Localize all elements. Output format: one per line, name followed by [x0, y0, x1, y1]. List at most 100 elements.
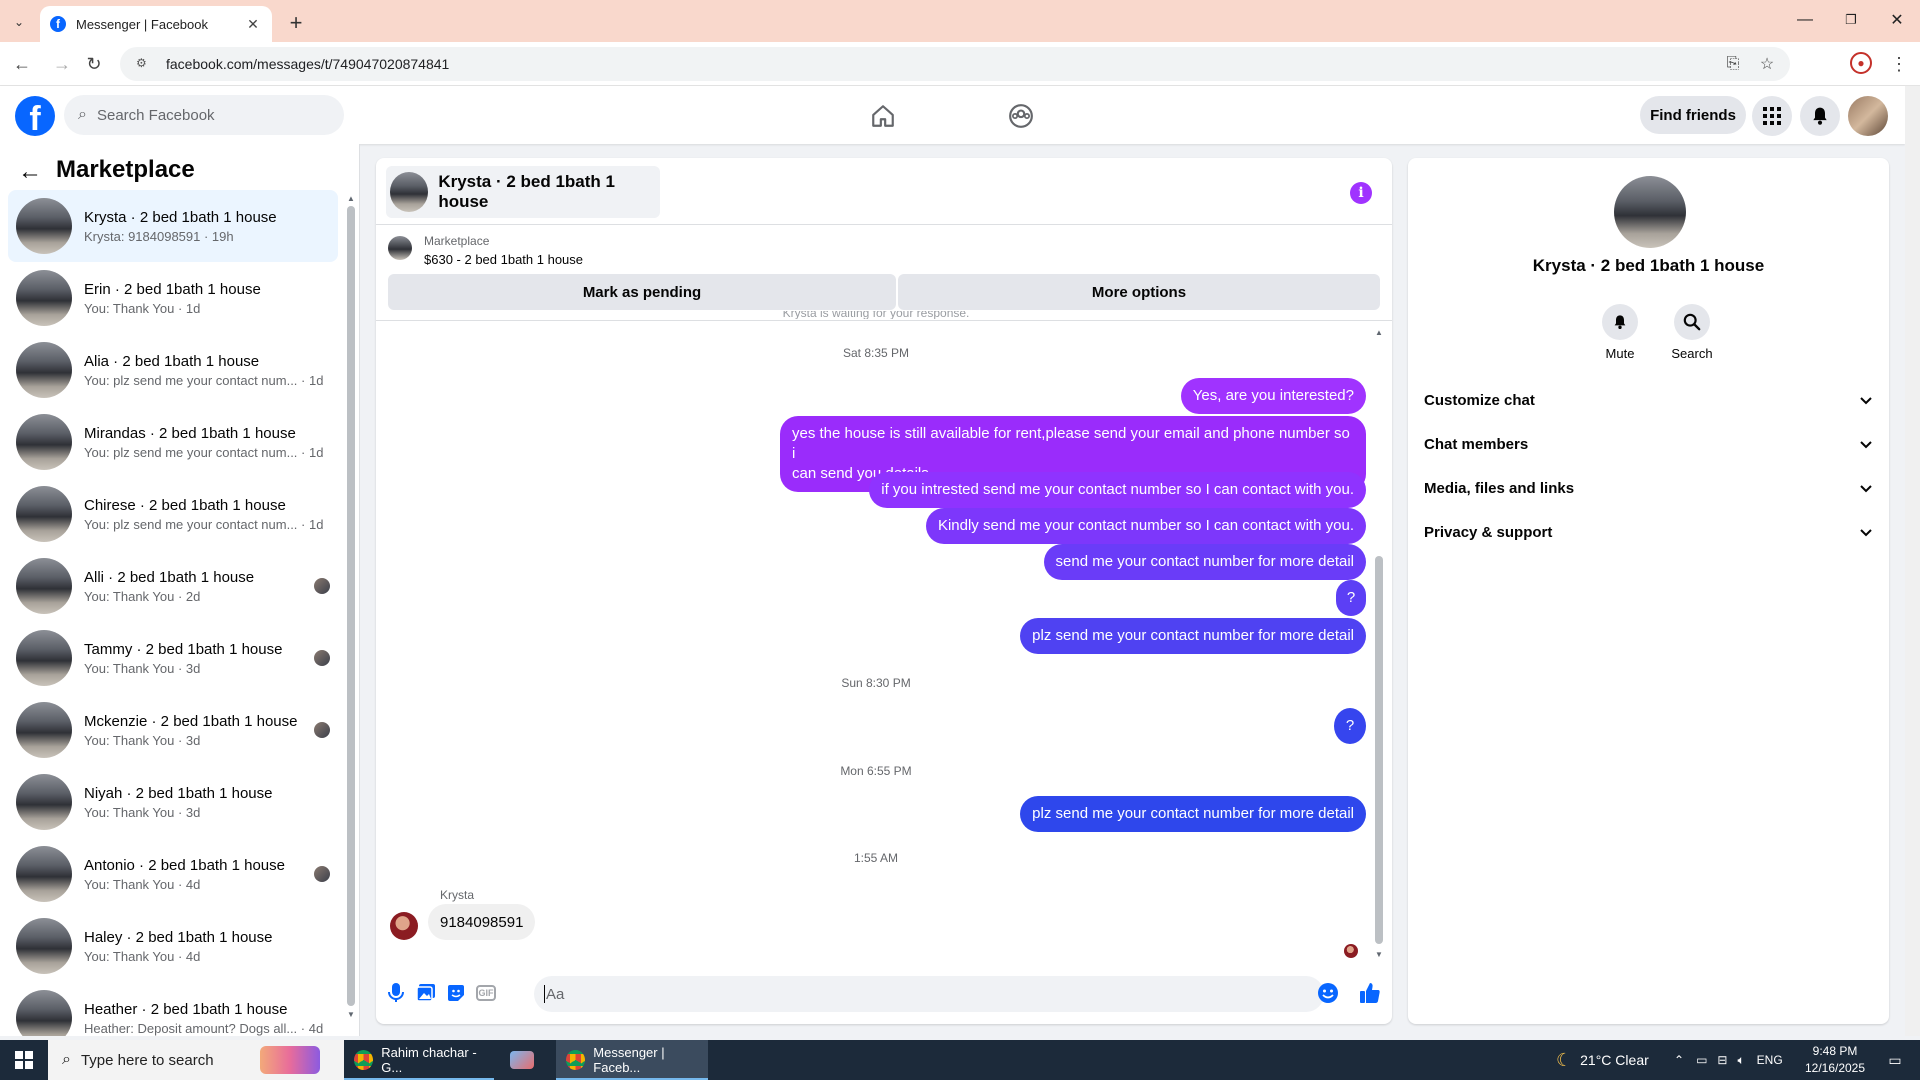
seen-avatar: [314, 578, 330, 594]
menu-grid-icon[interactable]: [1752, 96, 1792, 136]
conversation-item[interactable]: Niyah · 2 bed 1bath 1 house You: Thank Yo…: [8, 766, 338, 838]
conversation-item[interactable]: Mckenzie · 2 bed 1bath 1 house You: Thank…: [8, 694, 338, 766]
microphone-icon[interactable]: [384, 981, 408, 1005]
bell-icon[interactable]: [1602, 304, 1638, 340]
emoji-icon[interactable]: [1316, 981, 1340, 1005]
page-scrollbar[interactable]: [1905, 86, 1920, 1036]
chat-scrollbar[interactable]: ▲ ▼: [1374, 328, 1384, 960]
notification-center-icon[interactable]: ▭: [1882, 1040, 1908, 1080]
search-action[interactable]: Search: [1662, 304, 1722, 361]
outgoing-message[interactable]: plz send me your contact number for more…: [1020, 796, 1366, 832]
install-app-icon[interactable]: ⎘: [1718, 47, 1748, 81]
forward-arrow-icon[interactable]: →: [48, 50, 76, 78]
privacy-support-section[interactable]: Privacy & support: [1424, 512, 1872, 552]
new-tab-button[interactable]: +: [282, 9, 310, 37]
outgoing-message[interactable]: ?: [1334, 708, 1366, 744]
conversation-text: Antonio · 2 bed 1bath 1 house You: Thank …: [84, 857, 308, 892]
mark-as-pending-button[interactable]: Mark as pending: [388, 274, 896, 310]
conversation-item[interactable]: Alli · 2 bed 1bath 1 house You: Thank You…: [8, 550, 338, 622]
notifications-bell-icon[interactable]: [1800, 96, 1840, 136]
groups-icon[interactable]: [1001, 96, 1041, 136]
chat-header[interactable]: Krysta · 2 bed 1bath 1 house: [386, 166, 660, 218]
info-icon[interactable]: i: [1350, 182, 1372, 204]
sticker-icon[interactable]: [444, 981, 468, 1005]
conversation-item[interactable]: Chirese · 2 bed 1bath 1 house You: plz se…: [8, 478, 338, 550]
restore-button[interactable]: ❐: [1828, 0, 1874, 40]
thumbs-up-icon[interactable]: [1358, 981, 1382, 1005]
close-window-button[interactable]: ✕: [1874, 0, 1920, 40]
contact-avatar[interactable]: [1614, 176, 1686, 248]
message-input[interactable]: Aa: [534, 976, 1324, 1012]
windows-start-icon[interactable]: [0, 1040, 48, 1080]
outgoing-message[interactable]: plz send me your contact number for more…: [1020, 618, 1366, 654]
sidebar-scrollbar[interactable]: ▲ ▼: [347, 194, 355, 1019]
scroll-up-icon[interactable]: ▲: [1375, 328, 1383, 337]
customize-chat-section[interactable]: Customize chat: [1424, 380, 1872, 420]
facebook-search-input[interactable]: ⌕ Search Facebook: [64, 95, 344, 135]
scroll-thumb[interactable]: [347, 206, 355, 1006]
find-friends-button[interactable]: Find friends: [1640, 96, 1746, 134]
network-icon[interactable]: ⊟: [1717, 1053, 1727, 1067]
taskbar-chrome-app[interactable]: Rahim chachar - G...: [344, 1040, 494, 1080]
conversation-item[interactable]: Heather · 2 bed 1bath 1 house Heather: De…: [8, 982, 338, 1036]
more-options-button[interactable]: More options: [898, 274, 1380, 310]
facebook-header: f ⌕ Search Facebook Find friends: [0, 86, 1905, 144]
incoming-message[interactable]: 9184098591: [428, 904, 536, 940]
bookmark-star-icon[interactable]: ☆: [1752, 47, 1782, 81]
taskbar-messenger-app[interactable]: Messenger | Faceb...: [556, 1040, 708, 1080]
conversation-snippet: You: plz send me your contact num... · 1…: [84, 516, 324, 532]
back-arrow-icon[interactable]: ←: [18, 158, 42, 186]
conversation-item[interactable]: Haley · 2 bed 1bath 1 house You: Thank Yo…: [8, 910, 338, 982]
home-icon[interactable]: [863, 96, 903, 136]
photo-icon[interactable]: [414, 981, 438, 1005]
conversation-item[interactable]: Erin · 2 bed 1bath 1 house You: Thank You…: [8, 262, 338, 334]
scroll-thumb[interactable]: [1375, 556, 1383, 944]
account-avatar[interactable]: [1848, 96, 1888, 136]
back-arrow-icon[interactable]: ←: [8, 50, 36, 78]
outgoing-message[interactable]: send me your contact number for more det…: [1043, 544, 1366, 580]
chat-members-section[interactable]: Chat members: [1424, 424, 1872, 464]
scroll-down-icon[interactable]: ▼: [1375, 950, 1383, 959]
outgoing-message[interactable]: Kindly send me your contact number so I …: [925, 508, 1366, 544]
minimize-button[interactable]: —: [1782, 0, 1828, 40]
listing-title[interactable]: $630 - 2 bed 1bath 1 house: [424, 252, 583, 267]
media-files-links-section[interactable]: Media, files and links: [1424, 468, 1872, 508]
language-indicator[interactable]: ENG: [1757, 1053, 1783, 1067]
close-tab-icon[interactable]: ✕: [244, 16, 262, 33]
weather-widget[interactable]: ☾ 21°C Clear: [1556, 1040, 1649, 1080]
waiting-notice: Krysta is waiting for your response.: [782, 311, 970, 319]
taskbar-app-icon[interactable]: [500, 1040, 550, 1080]
outgoing-message[interactable]: if you intrested send me your contact nu…: [869, 472, 1366, 508]
outgoing-message[interactable]: ?: [1336, 580, 1366, 616]
facebook-logo-icon[interactable]: f: [15, 96, 55, 136]
conversation-snippet: You: Thank You · 4d: [84, 948, 201, 964]
mute-action[interactable]: Mute: [1590, 304, 1650, 361]
search-icon[interactable]: [1674, 304, 1710, 340]
conversation-item[interactable]: Tammy · 2 bed 1bath 1 house You: Thank Yo…: [8, 622, 338, 694]
timestamp: Mon 6:55 PM: [840, 764, 912, 778]
chat-panel: Krysta · 2 bed 1bath 1 house i Marketpla…: [376, 158, 1392, 1024]
conversation-text: Mirandas · 2 bed 1bath 1 house You: plz s…: [84, 425, 330, 460]
chevron-up-icon[interactable]: ⌃: [1674, 1053, 1684, 1067]
sender-avatar[interactable]: [390, 912, 418, 940]
conversation-item[interactable]: Mirandas · 2 bed 1bath 1 house You: plz s…: [8, 406, 338, 478]
tab-search-icon[interactable]: ⌄: [8, 11, 30, 33]
chrome-profile-icon[interactable]: ●: [1850, 52, 1872, 74]
taskbar-clock[interactable]: 9:48 PM 12/16/2025: [1800, 1043, 1870, 1077]
conversation-snippet: You: plz send me your contact num... · 1…: [84, 372, 324, 388]
taskbar-search-input[interactable]: ⌕ Type here to search: [48, 1040, 344, 1080]
conversation-item[interactable]: Krysta · 2 bed 1bath 1 house Krysta: 9184…: [8, 190, 338, 262]
scroll-down-icon[interactable]: ▼: [347, 1010, 355, 1019]
url-bar[interactable]: ⚙ facebook.com/messages/t/74904702087484…: [120, 47, 1790, 81]
site-settings-icon[interactable]: ⚙: [136, 56, 152, 72]
scroll-up-icon[interactable]: ▲: [347, 194, 355, 203]
browser-tab[interactable]: f Messenger | Facebook ✕: [40, 6, 272, 42]
gif-icon[interactable]: GIF: [474, 981, 498, 1005]
chrome-menu-icon[interactable]: ⋮: [1888, 50, 1910, 78]
conversation-item[interactable]: Antonio · 2 bed 1bath 1 house You: Thank …: [8, 838, 338, 910]
volume-muted-icon[interactable]: 🔈︎: [1737, 1053, 1744, 1068]
conversation-item[interactable]: Alia · 2 bed 1bath 1 house You: plz send …: [8, 334, 338, 406]
meet-now-icon[interactable]: ▭: [1696, 1053, 1707, 1067]
reload-icon[interactable]: ↻: [80, 50, 108, 78]
outgoing-message[interactable]: Yes, are you interested?: [1180, 378, 1366, 414]
